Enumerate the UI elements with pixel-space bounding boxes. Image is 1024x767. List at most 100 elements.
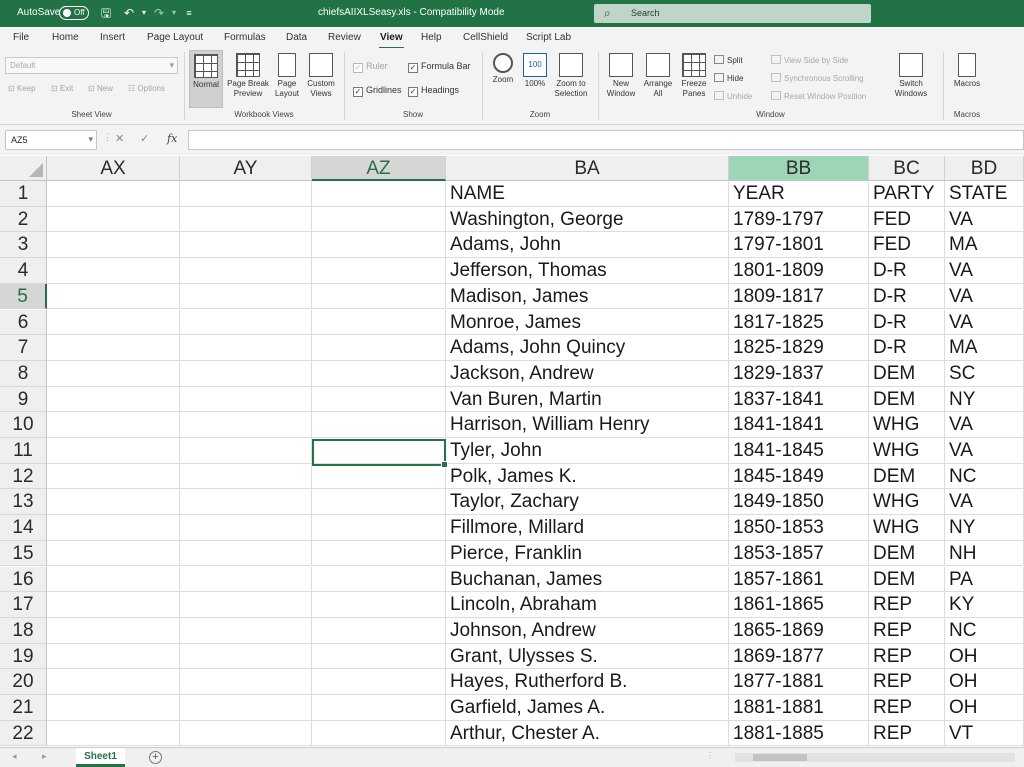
cell[interactable]: DEM xyxy=(869,540,945,567)
cell[interactable]: VT xyxy=(945,720,1024,747)
cell[interactable] xyxy=(180,412,312,438)
tab-cellshield[interactable]: CellShield xyxy=(463,32,508,43)
cell[interactable]: 1845-1849 xyxy=(729,463,869,490)
cell[interactable]: VA xyxy=(945,283,1024,310)
keep-button[interactable]: ⊡ Keep xyxy=(8,84,36,93)
cell[interactable] xyxy=(47,386,180,413)
cell[interactable] xyxy=(312,463,446,490)
cell[interactable] xyxy=(180,258,312,284)
cell[interactable]: Madison, James xyxy=(446,283,729,310)
cell[interactable] xyxy=(47,206,180,233)
cell[interactable] xyxy=(47,695,180,721)
cell[interactable]: REP xyxy=(869,695,945,721)
exit-button[interactable]: ⊡ Exit xyxy=(51,84,73,93)
add-sheet-icon[interactable]: + xyxy=(149,751,162,764)
cell[interactable] xyxy=(180,617,312,644)
cell[interactable]: Grant, Ulysses S. xyxy=(446,643,729,670)
cell[interactable] xyxy=(312,360,446,387)
cell[interactable] xyxy=(180,438,312,464)
cell[interactable] xyxy=(312,592,446,618)
column-header-bc[interactable]: BC xyxy=(869,156,945,181)
cell[interactable] xyxy=(47,258,180,284)
cell[interactable] xyxy=(312,206,446,233)
row-header[interactable]: 12 xyxy=(0,463,47,490)
tab-script-lab[interactable]: Script Lab xyxy=(526,32,571,43)
reset-window-position-button[interactable]: Reset Window Position xyxy=(771,91,866,101)
cell[interactable]: Arthur, Chester A. xyxy=(446,720,729,747)
cell[interactable] xyxy=(312,695,446,721)
cell[interactable]: WHG xyxy=(869,489,945,516)
cell[interactable]: 1801-1809 xyxy=(729,258,869,284)
cell[interactable]: Harrison, William Henry xyxy=(446,412,729,438)
cell[interactable]: Hayes, Rutherford B. xyxy=(446,669,729,695)
cell[interactable]: FED xyxy=(869,206,945,233)
column-header-ay[interactable]: AY xyxy=(180,156,312,181)
cell[interactable]: Adams, John xyxy=(446,232,729,259)
cell[interactable]: NH xyxy=(945,540,1024,567)
cell[interactable]: 1865-1869 xyxy=(729,617,869,644)
new-view-button[interactable]: ⊡ New xyxy=(88,84,113,93)
tab-formulas[interactable]: Formulas xyxy=(224,32,266,43)
cell[interactable]: 1825-1829 xyxy=(729,335,869,361)
cell[interactable]: YEAR xyxy=(729,181,869,207)
cell[interactable]: REP xyxy=(869,617,945,644)
cell[interactable]: 1850-1853 xyxy=(729,515,869,541)
cell[interactable]: NY xyxy=(945,515,1024,541)
cell[interactable]: 1881-1881 xyxy=(729,695,869,721)
row-header[interactable]: 9 xyxy=(0,386,47,413)
row-header[interactable]: 1 xyxy=(0,181,47,207)
cell[interactable] xyxy=(47,232,180,259)
cell[interactable]: STATE xyxy=(945,181,1024,207)
row-header[interactable]: 7 xyxy=(0,335,47,361)
cell[interactable] xyxy=(180,489,312,516)
column-header-ba[interactable]: BA xyxy=(446,156,729,181)
cell[interactable]: 1797-1801 xyxy=(729,232,869,259)
cell[interactable] xyxy=(312,386,446,413)
horizontal-scrollbar[interactable] xyxy=(735,753,1015,762)
cell[interactable]: DEM xyxy=(869,360,945,387)
cell[interactable]: MA xyxy=(945,335,1024,361)
cell[interactable] xyxy=(47,489,180,516)
customize-qat-icon[interactable]: ≡ xyxy=(180,5,198,21)
cell[interactable]: 1789-1797 xyxy=(729,206,869,233)
cell[interactable]: WHG xyxy=(869,438,945,464)
cell[interactable] xyxy=(180,309,312,336)
switch-windows-button[interactable]: Switch Windows xyxy=(888,50,934,108)
page-layout-button[interactable]: Page Layout xyxy=(272,50,302,108)
row-header[interactable]: 8 xyxy=(0,360,47,387)
cell[interactable]: Polk, James K. xyxy=(446,463,729,490)
cell[interactable]: NC xyxy=(945,617,1024,644)
cell[interactable]: SC xyxy=(945,360,1024,387)
zoom-100-button[interactable]: 100 100% xyxy=(521,50,549,108)
cell[interactable] xyxy=(47,309,180,336)
cell[interactable] xyxy=(47,566,180,593)
cell[interactable]: 1809-1817 xyxy=(729,283,869,310)
row-header[interactable]: 14 xyxy=(0,515,47,541)
cell[interactable] xyxy=(47,669,180,695)
cell[interactable]: 1869-1877 xyxy=(729,643,869,670)
new-window-button[interactable]: New Window xyxy=(603,50,639,108)
cell[interactable]: Johnson, Andrew xyxy=(446,617,729,644)
cell[interactable]: REP xyxy=(869,669,945,695)
cell[interactable]: REP xyxy=(869,643,945,670)
cell[interactable]: OH xyxy=(945,695,1024,721)
tab-split-handle-icon[interactable]: ⋮ xyxy=(706,751,714,760)
cell[interactable] xyxy=(180,463,312,490)
hide-button[interactable]: Hide xyxy=(714,73,743,83)
cell[interactable] xyxy=(47,617,180,644)
cell[interactable] xyxy=(180,669,312,695)
cell[interactable] xyxy=(47,412,180,438)
cell[interactable]: Monroe, James xyxy=(446,309,729,336)
column-header-ax[interactable]: AX xyxy=(47,156,180,181)
cell[interactable] xyxy=(47,540,180,567)
cell[interactable]: 1817-1825 xyxy=(729,309,869,336)
cell[interactable] xyxy=(312,669,446,695)
cell[interactable] xyxy=(180,515,312,541)
row-header[interactable]: 15 xyxy=(0,540,47,567)
cell[interactable] xyxy=(180,540,312,567)
row-header[interactable]: 20 xyxy=(0,669,47,695)
drag-handle-icon[interactable]: ⋮ xyxy=(103,132,112,143)
insert-function-icon[interactable]: fx xyxy=(167,132,177,145)
cell[interactable] xyxy=(312,643,446,670)
cell[interactable] xyxy=(312,258,446,284)
